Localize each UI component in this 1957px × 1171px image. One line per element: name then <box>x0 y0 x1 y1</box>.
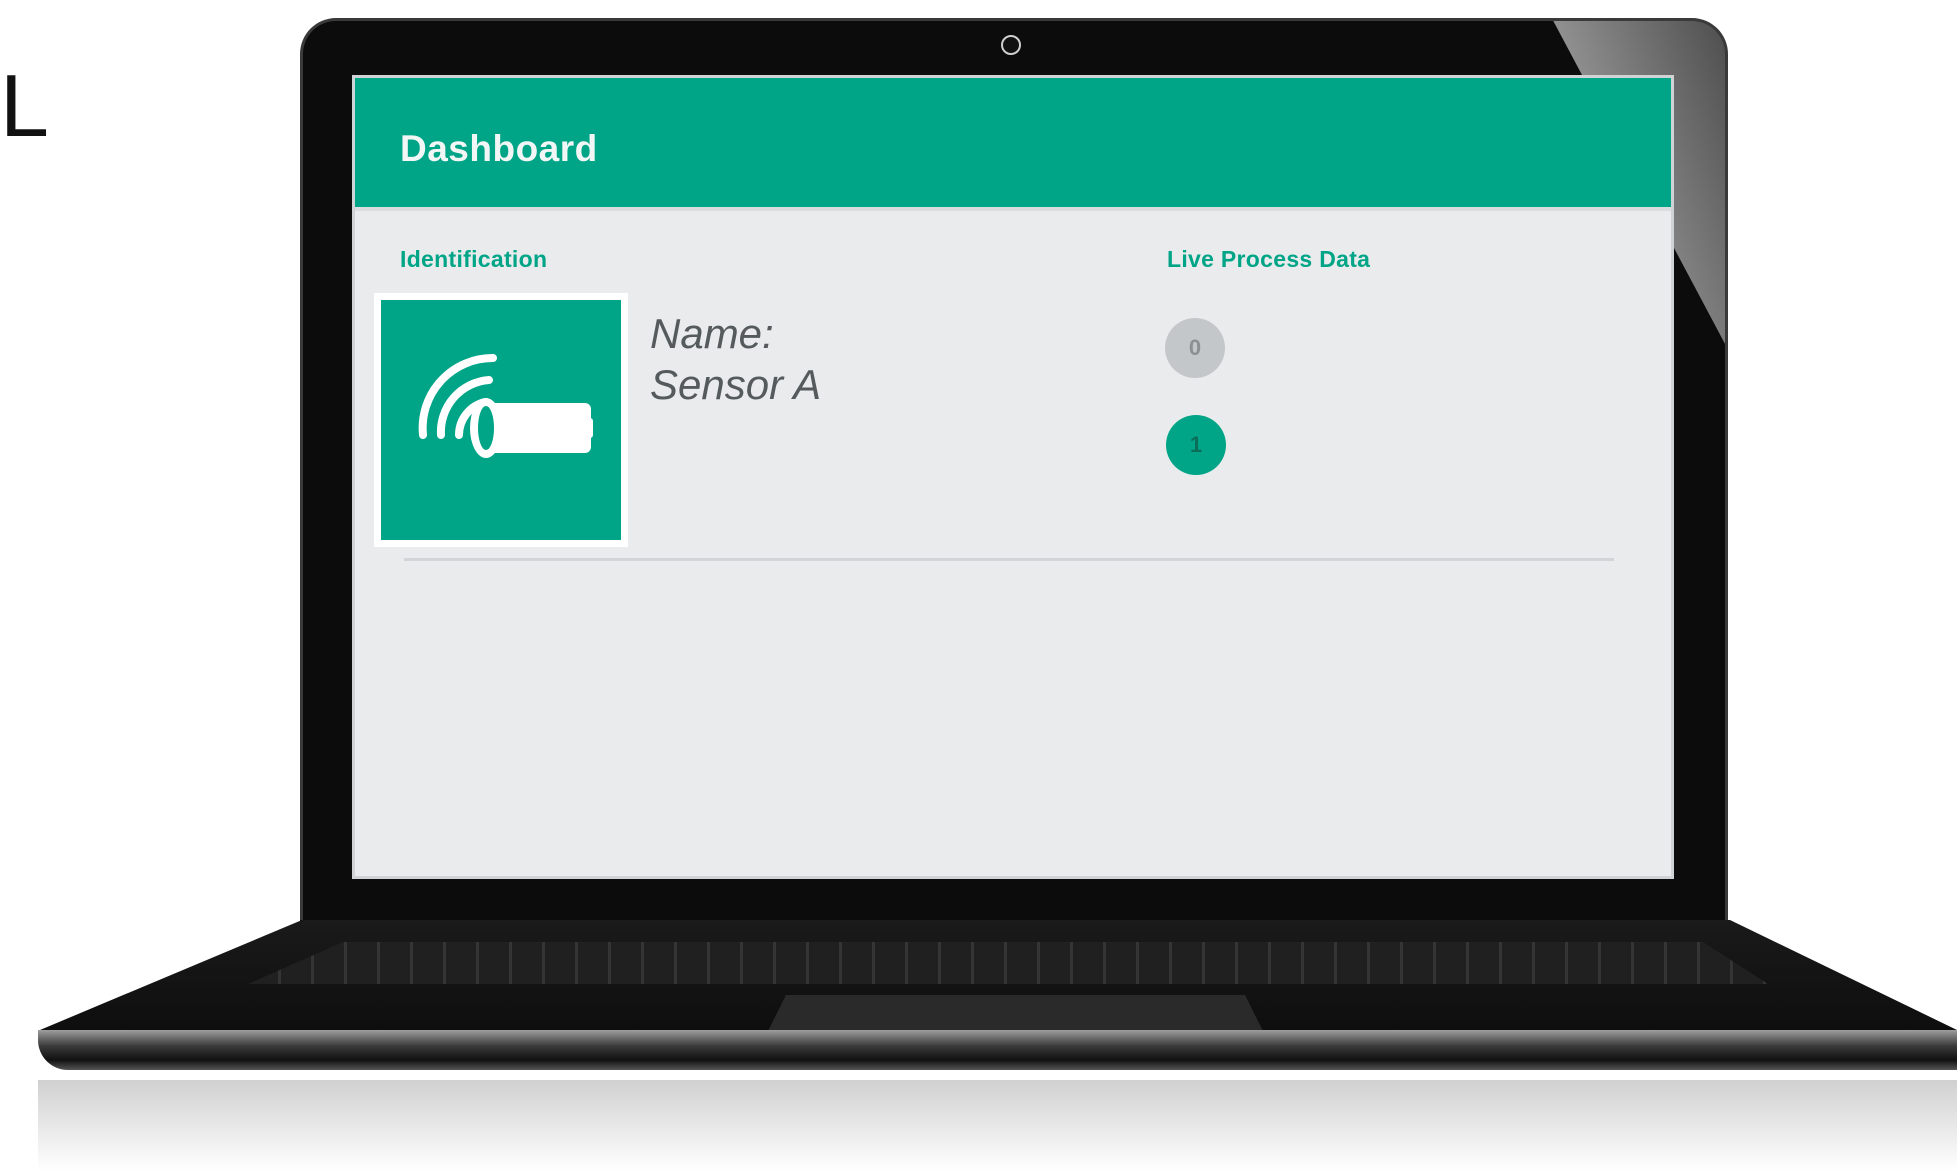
laptop-mockup: Dashboard Identification Name: Sensor A … <box>0 0 1957 1171</box>
name-label: Name: <box>650 310 774 357</box>
app-screen: Dashboard Identification Name: Sensor A … <box>352 75 1674 879</box>
laptop-reflection <box>38 1080 1957 1171</box>
wireless-sensor-icon <box>418 353 593 458</box>
process-data-bit-0: 0 <box>1165 318 1225 378</box>
laptop-trackpad <box>768 995 1263 1031</box>
name-value: Sensor A <box>650 361 822 408</box>
app-header: Dashboard <box>355 78 1671 211</box>
section-divider <box>404 558 1614 561</box>
device-image <box>374 293 628 547</box>
page-title: Dashboard <box>400 128 598 169</box>
laptop-base-edge <box>38 1030 1957 1070</box>
device-image-tile <box>381 300 621 540</box>
webcam-icon <box>1001 35 1021 55</box>
identification-heading: Identification <box>400 246 548 272</box>
process-data-bit-1: 1 <box>1166 415 1226 475</box>
laptop-keyboard <box>248 942 1768 984</box>
live-process-data-heading: Live Process Data <box>1167 246 1371 272</box>
device-name-block: Name: Sensor A <box>650 308 821 410</box>
